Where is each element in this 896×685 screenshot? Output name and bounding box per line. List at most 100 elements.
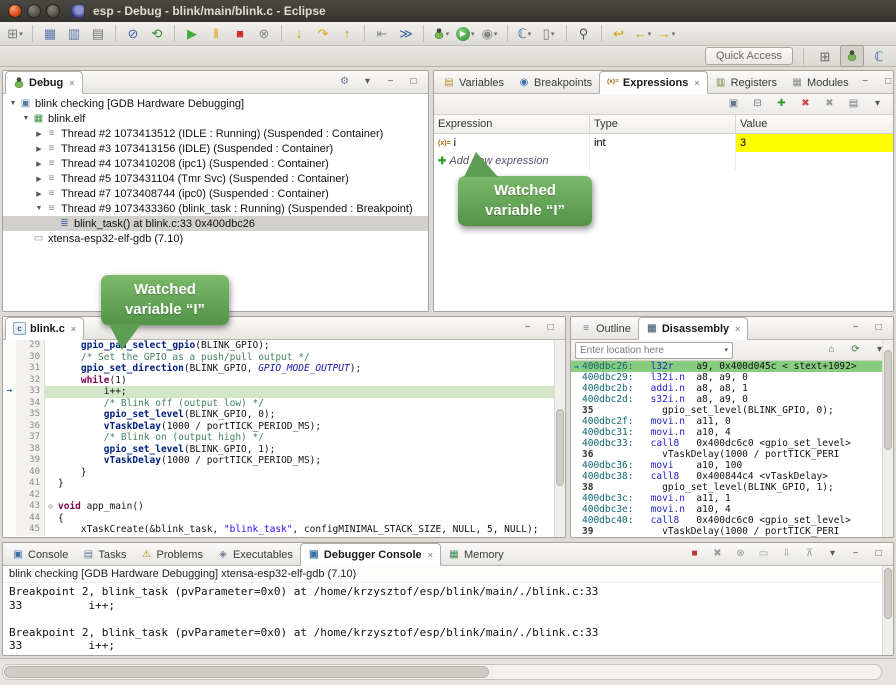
new-file-icon[interactable]: ▯▾ xyxy=(538,24,560,44)
disassembly-row[interactable]: 400dbc2f: movi.n a11, 0 xyxy=(571,416,893,427)
quick-access-button[interactable]: Quick Access xyxy=(705,47,793,65)
editor-line-29[interactable]: 29 gpio_pad_select_gpio(BLINK_GPIO); xyxy=(3,340,565,352)
dropdown-arrow-icon[interactable]: ▾ xyxy=(471,30,475,38)
add-expression-row[interactable]: ✚ Add new expression xyxy=(434,152,893,170)
close-icon[interactable]: × xyxy=(735,324,740,334)
editor-line-33[interactable]: →33 i++; xyxy=(3,386,565,398)
debug-tree-item[interactable]: ▶≡Thread #2 1073413512 (IDLE : Running) … xyxy=(3,126,428,141)
dropdown-arrow-icon[interactable]: ▾ xyxy=(551,30,555,38)
tab-breakpoints[interactable]: ◉Breakpoints xyxy=(511,72,599,93)
skip-all-breakpoints-icon[interactable]: ⊘ xyxy=(122,24,144,44)
editor-line-39[interactable]: 39 vTaskDelay(1000 / portTICK_PERIOD_MS)… xyxy=(3,455,565,467)
editor-line-43[interactable]: 43⊖void app_main() xyxy=(3,501,565,513)
debug-tree-item[interactable]: ▼≡Thread #9 1073433360 (blink_task : Run… xyxy=(3,201,428,216)
expander-icon[interactable]: ▼ xyxy=(7,100,19,107)
editor-line-45[interactable]: 45 xTaskCreate(&blink_task, "blink_task"… xyxy=(3,524,565,536)
tab-expressions[interactable]: (x)=Expressions× xyxy=(599,71,707,94)
clear-console-icon[interactable]: ▭ xyxy=(754,546,773,562)
step-over-icon[interactable]: ↷ xyxy=(312,24,334,44)
dropdown-arrow-icon[interactable]: ▾ xyxy=(672,30,676,38)
resume-icon[interactable]: ▶ xyxy=(181,24,203,44)
editor-line-42[interactable]: 42 xyxy=(3,490,565,502)
window-maximize-button[interactable] xyxy=(46,4,60,18)
disassembly-row[interactable]: →400dbc26: l32r a9, 0x400d045c < stext+1… xyxy=(571,361,893,372)
tab-debug[interactable]: Debug × xyxy=(5,71,83,94)
minimize-icon[interactable]: − xyxy=(381,74,400,90)
console-vertical-scrollbar[interactable] xyxy=(882,566,893,655)
tab-tasks[interactable]: ▤Tasks xyxy=(75,544,133,565)
disassembly-row[interactable]: 400dbc2d: s32i.n a8, a9, 0 xyxy=(571,394,893,405)
disassembly-row[interactable]: 38 gpio_set_level(BLINK_GPIO, 1); xyxy=(571,482,893,493)
tab-console[interactable]: ▣Console xyxy=(5,544,75,565)
maximize-icon[interactable]: □ xyxy=(404,74,423,90)
disassembly-row[interactable]: 400dbc3e: movi.n a10, 4 xyxy=(571,504,893,515)
column-value[interactable]: Value xyxy=(736,115,893,133)
editor-line-35[interactable]: 35 gpio_set_level(BLINK_GPIO, 0); xyxy=(3,409,565,421)
tab-disassembly[interactable]: ▦Disassembly× xyxy=(638,317,749,340)
new-wizard-icon[interactable]: ⊞▾ xyxy=(4,24,26,44)
new-c-project-icon[interactable]: ℂ▾ xyxy=(514,24,536,44)
disassembly-row[interactable]: 400dbc2b: addi.n a8, a8, 1 xyxy=(571,383,893,394)
dropdown-arrow-icon[interactable]: ▾ xyxy=(19,30,23,38)
disassembly-row[interactable]: 400dbc33: call8 0x400dc6c0 <gpio_set_lev… xyxy=(571,438,893,449)
fold-marker-icon[interactable]: ⊖ xyxy=(45,501,56,513)
expression-value[interactable]: 3 xyxy=(736,134,893,152)
minimize-icon[interactable]: − xyxy=(846,320,865,336)
editor-line-34[interactable]: 34 /* Blink off (output low) */ xyxy=(3,398,565,410)
disassembly-row[interactable]: 400dbc38: call8 0x400844c4 <vTaskDelay> xyxy=(571,471,893,482)
debug-tree-item[interactable]: ▶≡Thread #3 1073413156 (IDLE) (Suspended… xyxy=(3,141,428,156)
window-minimize-button[interactable] xyxy=(27,4,41,18)
debug-tree-item[interactable]: ▶≡Thread #7 1073408744 (ipc0) (Suspended… xyxy=(3,186,428,201)
step-into-icon[interactable]: ↓ xyxy=(288,24,310,44)
expander-icon[interactable]: ▶ xyxy=(33,145,45,153)
editor-vertical-scrollbar[interactable] xyxy=(554,340,565,537)
tab-modules[interactable]: ▦Modules xyxy=(784,72,856,93)
tab-debugger-console[interactable]: ▣Debugger Console× xyxy=(300,543,441,566)
tab-blink-c[interactable]: c blink.c × xyxy=(5,317,84,340)
debug-tree-item[interactable]: ▶≡Thread #4 1073410208 (ipc1) (Suspended… xyxy=(3,156,428,171)
view-menu-icon[interactable]: ▾ xyxy=(868,96,887,112)
disassembly-row[interactable]: 400dbc31: movi.n a10, 4 xyxy=(571,427,893,438)
disassembly-row[interactable]: 35 gpio_set_level(BLINK_GPIO, 0); xyxy=(571,405,893,416)
add-expression-icon[interactable]: ✚ xyxy=(772,96,791,112)
disassembly-row[interactable]: 400dbc40: call8 0x400dc6c0 <gpio_set_lev… xyxy=(571,515,893,526)
close-icon[interactable]: × xyxy=(694,78,699,88)
editor-line-44[interactable]: 44{ xyxy=(3,513,565,525)
debug-tree-item[interactable]: ≣blink_task() at blink.c:33 0x400dbc26 xyxy=(3,216,428,231)
disassembly-row[interactable]: 400dbc3c: movi.n a11, 1 xyxy=(571,493,893,504)
remove-expression-icon[interactable]: ✖ xyxy=(796,96,815,112)
step-return-icon[interactable]: ↑ xyxy=(336,24,358,44)
back-icon[interactable]: ←▾ xyxy=(632,24,654,44)
tab-memory[interactable]: ▦Memory xyxy=(441,544,511,565)
code-editor[interactable]: 29 gpio_pad_select_gpio(BLINK_GPIO);30 /… xyxy=(3,340,565,536)
debug-tree-item[interactable]: ▼▦blink.elf xyxy=(3,111,428,126)
open-perspective-icon[interactable]: ⊞ xyxy=(814,46,836,66)
disassembly-row[interactable]: 400dbc36: movi a10, 100 xyxy=(571,460,893,471)
editor-line-37[interactable]: 37 /* Blink on (output high) */ xyxy=(3,432,565,444)
tab-registers[interactable]: ▥Registers xyxy=(708,72,784,93)
debug-perspective-button[interactable] xyxy=(840,45,864,67)
save-all-icon[interactable]: ▥ xyxy=(63,24,85,44)
maximize-icon[interactable]: □ xyxy=(879,74,894,90)
drop-to-frame-icon[interactable]: ⇤ xyxy=(371,24,393,44)
expander-icon[interactable]: ▶ xyxy=(33,160,45,168)
column-type[interactable]: Type xyxy=(590,115,736,133)
debug-tree-item[interactable]: ▶≡Thread #5 1073431104 (Tmr Svc) (Suspen… xyxy=(3,171,428,186)
forward-icon[interactable]: →▾ xyxy=(656,24,678,44)
editor-line-31[interactable]: 31 gpio_set_direction(BLINK_GPIO, GPIO_M… xyxy=(3,363,565,375)
debug-tree-item[interactable]: ▼▣blink checking [GDB Hardware Debugging… xyxy=(3,96,428,111)
close-icon[interactable]: × xyxy=(428,550,433,560)
expression-row[interactable]: (x)= i int 3 xyxy=(434,134,893,152)
dropdown-arrow-icon[interactable]: ▾ xyxy=(528,30,532,38)
cpp-perspective-button[interactable]: ℂ xyxy=(868,46,890,66)
view-gears-icon[interactable]: ⚙ xyxy=(335,74,354,90)
pin-console-icon[interactable]: ⊼ xyxy=(800,546,819,562)
tab-problems[interactable]: ⚠Problems xyxy=(133,544,209,565)
expander-icon[interactable]: ▶ xyxy=(33,175,45,183)
expander-icon[interactable]: ▶ xyxy=(33,190,45,198)
editor-line-41[interactable]: 41} xyxy=(3,478,565,490)
terminate-icon[interactable]: ■ xyxy=(229,24,251,44)
editor-line-36[interactable]: 36 vTaskDelay(1000 / portTICK_PERIOD_MS)… xyxy=(3,421,565,433)
layout-icon[interactable]: ▤ xyxy=(844,96,863,112)
horizontal-scrollbar[interactable] xyxy=(2,664,882,680)
